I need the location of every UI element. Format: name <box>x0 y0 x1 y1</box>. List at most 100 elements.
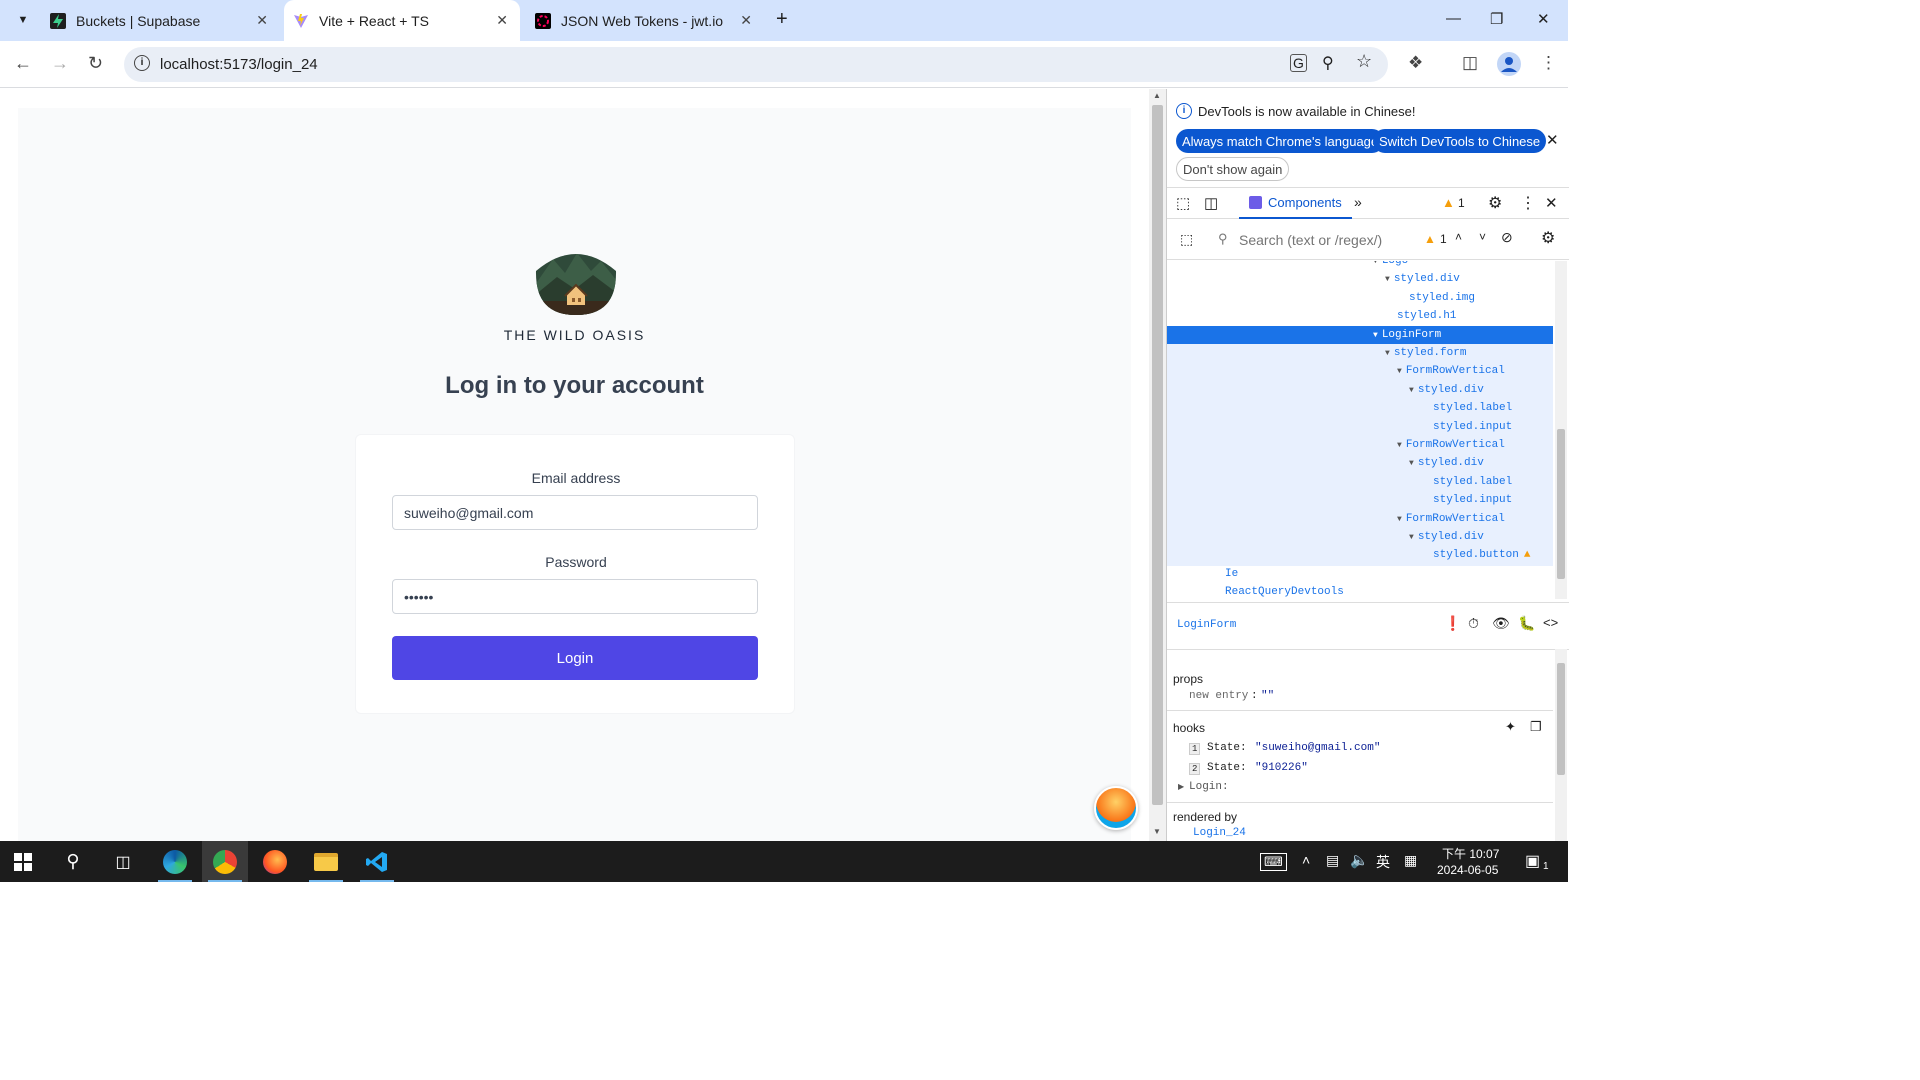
detail-scrollbar[interactable] <box>1555 649 1567 841</box>
close-window-icon[interactable]: ✕ <box>1537 10 1550 28</box>
expand-arrow-icon[interactable]: ▼ <box>1409 459 1414 468</box>
tree-node[interactable]: Ie <box>1225 565 1238 583</box>
close-devtools-icon[interactable]: ✕ <box>1545 194 1558 212</box>
scrollbar-thumb[interactable] <box>1557 429 1565 579</box>
clear-filter-icon[interactable]: ⊘ <box>1501 229 1513 246</box>
tree-node[interactable]: ▼ LoginForm <box>1373 326 1441 344</box>
close-tab-icon[interactable]: ✕ <box>740 12 752 29</box>
tree-node[interactable]: styled.label <box>1433 399 1512 417</box>
tab-vite[interactable]: Vite + React + TS ✕ <box>284 0 520 41</box>
expand-arrow-icon[interactable]: ▼ <box>1397 515 1402 524</box>
tab-search-button[interactable]: ▼ <box>12 9 34 31</box>
ime-mode-icon[interactable]: ▦ <box>1404 852 1417 869</box>
file-explorer-icon[interactable] <box>303 841 349 882</box>
extensions-icon[interactable]: ❖ <box>1408 53 1423 73</box>
expand-arrow-icon[interactable]: ▼ <box>1397 441 1402 450</box>
tree-node[interactable]: ▼ styled.div <box>1409 454 1484 472</box>
previous-result-icon[interactable]: ˄ <box>1455 230 1462 244</box>
tree-node[interactable]: ▼ styled.div <box>1409 381 1484 399</box>
forward-icon[interactable]: → <box>51 53 69 74</box>
tree-node[interactable]: ▼ styled.form <box>1385 344 1466 362</box>
chrome-app-icon[interactable] <box>202 841 248 882</box>
device-toolbar-icon[interactable]: ◫ <box>1204 194 1218 212</box>
inspect-dom-eye-icon[interactable]: 👁 <box>1492 615 1510 632</box>
close-tab-icon[interactable]: ✕ <box>496 12 508 29</box>
scrollbar-thumb[interactable] <box>1152 105 1163 805</box>
edit-hooks-wand-icon[interactable]: ✦ <box>1505 719 1516 735</box>
expand-arrow-icon[interactable]: ▼ <box>1409 386 1414 395</box>
dont-show-again-button[interactable]: Don't show again <box>1176 157 1290 181</box>
next-result-icon[interactable]: ˅ <box>1479 230 1486 244</box>
expand-arrow-icon[interactable]: ▼ <box>1373 261 1378 266</box>
tree-node[interactable]: styled.h1 <box>1397 307 1456 325</box>
tree-node[interactable]: styled.label <box>1433 473 1512 491</box>
profile-avatar-icon[interactable] <box>1497 52 1521 76</box>
tree-node[interactable]: ▼ FormRowVertical <box>1397 510 1505 528</box>
log-bug-icon[interactable]: 🐛 <box>1518 615 1535 632</box>
volume-icon[interactable]: 🔈 <box>1350 851 1369 869</box>
start-windows-icon[interactable] <box>0 841 46 882</box>
tree-node[interactable]: styled.button ▲ <box>1433 546 1530 564</box>
login-button[interactable]: Login <box>392 636 758 680</box>
vscode-app-icon[interactable] <box>354 841 400 882</box>
restore-icon[interactable]: ❐ <box>1490 10 1503 28</box>
expand-arrow-icon[interactable]: ▶ <box>1178 782 1184 791</box>
input-method-icon[interactable]: ⌨ <box>1260 853 1287 871</box>
settings-gear-icon[interactable]: ⚙ <box>1541 228 1555 248</box>
network-icon[interactable]: ▤ <box>1326 852 1339 869</box>
site-info-icon[interactable]: i <box>134 55 150 71</box>
devtools-menu-icon[interactable]: ⋮ <box>1520 193 1536 213</box>
tree-node[interactable]: ▼ styled.div <box>1409 528 1484 546</box>
expand-arrow-icon[interactable]: ▼ <box>1385 275 1390 284</box>
tree-node[interactable]: ▼ FormRowVertical <box>1397 436 1505 454</box>
new-tab-icon[interactable]: + <box>776 8 788 31</box>
match-language-button[interactable]: Always match Chrome's language <box>1176 129 1385 153</box>
expand-arrow-icon[interactable]: ▼ <box>1385 349 1390 358</box>
ime-language-indicator[interactable]: 英 <box>1376 852 1390 872</box>
email-field[interactable] <box>392 495 758 530</box>
inspect-element-icon[interactable]: ⬚ <box>1176 194 1190 212</box>
tree-node[interactable]: ▼ Logo <box>1373 261 1408 270</box>
expand-arrow-icon[interactable]: ▼ <box>1397 367 1402 376</box>
expand-arrow-icon[interactable]: ▼ <box>1409 533 1414 542</box>
clock-date[interactable]: 2024-06-05 <box>1437 863 1498 877</box>
copy-icon[interactable]: ❐ <box>1530 719 1542 735</box>
tab-jwt[interactable]: JSON Web Tokens - jwt.io ✕ <box>524 0 764 41</box>
scroll-up-arrow-icon[interactable]: ▲ <box>1153 91 1161 100</box>
side-panel-icon[interactable]: ◫ <box>1462 53 1478 73</box>
select-element-icon[interactable]: ⬚ <box>1180 231 1193 248</box>
close-banner-icon[interactable]: ✕ <box>1546 131 1559 149</box>
tree-scrollbar[interactable] <box>1555 261 1567 599</box>
minimize-icon[interactable]: — <box>1446 10 1461 27</box>
tree-node[interactable]: ▼ styled.div <box>1385 270 1460 288</box>
show-hidden-icons-icon[interactable]: ˄ <box>1302 852 1310 868</box>
tab-components[interactable]: Components <box>1239 188 1352 219</box>
chrome-menu-icon[interactable]: ⋮ <box>1540 53 1557 73</box>
search-input[interactable] <box>1239 228 1419 252</box>
page-scrollbar[interactable]: ▲ ▼ <box>1149 89 1166 841</box>
zoom-icon[interactable]: ⚲ <box>1322 53 1334 73</box>
reload-icon[interactable]: ↻ <box>88 53 103 74</box>
tree-node[interactable]: ▼ FormRowVertical <box>1397 362 1505 380</box>
view-source-icon[interactable]: <> <box>1543 615 1558 630</box>
clock-time[interactable]: 下午 10:07 <box>1442 845 1499 862</box>
hook-value[interactable]: "910226" <box>1255 762 1308 774</box>
tab-supabase[interactable]: Buckets | Supabase ✕ <box>40 0 280 41</box>
rendered-by-link[interactable]: Login_24 <box>1193 827 1246 839</box>
close-tab-icon[interactable]: ✕ <box>256 12 268 29</box>
hook-value[interactable]: "suweiho@gmail.com" <box>1255 742 1380 754</box>
react-query-devtools-toggle[interactable] <box>1094 786 1138 830</box>
tree-node[interactable]: styled.img <box>1409 289 1475 307</box>
translate-icon[interactable]: G <box>1290 54 1307 72</box>
edge-app-icon[interactable] <box>152 841 198 882</box>
tree-node[interactable]: styled.input <box>1433 418 1512 436</box>
expand-arrow-icon[interactable]: ▼ <box>1373 331 1378 340</box>
search-icon[interactable]: ⚲ <box>50 841 96 882</box>
scrollbar-thumb[interactable] <box>1557 663 1565 775</box>
address-bar[interactable]: i localhost:5173/login_24 G ⚲ ☆ <box>124 47 1388 82</box>
back-icon[interactable]: ← <box>14 53 32 74</box>
bookmark-star-icon[interactable]: ☆ <box>1356 51 1372 72</box>
switch-to-chinese-button[interactable]: Switch DevTools to Chinese <box>1373 129 1547 153</box>
warning-icon[interactable]: ▲ <box>1442 195 1455 210</box>
settings-gear-icon[interactable]: ⚙ <box>1488 193 1502 213</box>
